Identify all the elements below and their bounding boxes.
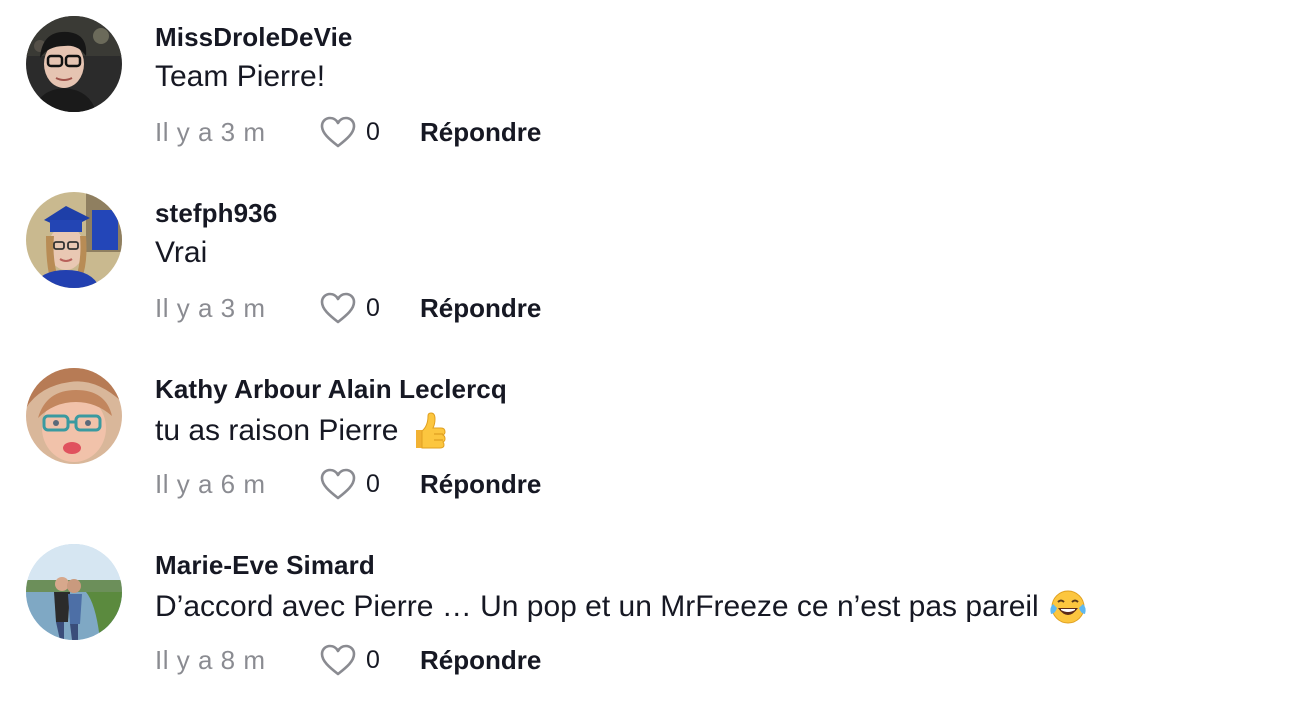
heart-outline-icon <box>320 292 356 324</box>
comment-timestamp: Il y a 3 m <box>155 116 266 147</box>
like-count: 0 <box>366 645 380 674</box>
comment-meta: Il y a 3 m 0 Répondre <box>155 288 541 328</box>
like-count: 0 <box>366 469 380 498</box>
avatar[interactable] <box>26 16 122 112</box>
reply-button[interactable]: Répondre <box>420 469 541 500</box>
reply-button[interactable]: Répondre <box>420 293 541 324</box>
comment-meta: Il y a 6 m 0 Répondre <box>155 464 541 504</box>
reply-button[interactable]: Répondre <box>420 117 541 148</box>
comment-meta: Il y a 3 m 0 Répondre <box>155 112 541 152</box>
comment-username[interactable]: stefph936 <box>155 198 277 229</box>
avatar[interactable] <box>26 368 122 464</box>
comment-text-body: tu as raison Pierre <box>155 414 399 447</box>
comment-timestamp: Il y a 8 m <box>155 644 266 675</box>
like-button[interactable]: 0 <box>319 115 420 149</box>
like-button[interactable]: 0 <box>319 643 420 677</box>
like-count: 0 <box>366 117 380 146</box>
avatar[interactable] <box>26 192 122 288</box>
comment-text: tu as raison Pierre <box>155 412 446 450</box>
comment-item: Marie-Eve Simard D’accord avec Pierre … … <box>0 528 1296 704</box>
comment-timestamp: Il y a 3 m <box>155 292 266 323</box>
like-button[interactable]: 0 <box>319 467 420 501</box>
comment-item: MissDroleDeVie Team Pierre! Il y a 3 m 0… <box>0 0 1296 176</box>
comment-timestamp: Il y a 6 m <box>155 468 266 499</box>
comment-username[interactable]: Marie-Eve Simard <box>155 550 375 581</box>
heart-outline-icon <box>320 468 356 500</box>
comment-username[interactable]: Kathy Arbour Alain Leclercq <box>155 374 507 405</box>
comment-text-body: D’accord avec Pierre … Un pop et un MrFr… <box>155 590 1039 623</box>
reply-button[interactable]: Répondre <box>420 645 541 676</box>
comment-text-body: Team Pierre! <box>155 60 326 93</box>
comment-item: stefph936 Vrai Il y a 3 m 0 Répondre <box>0 176 1296 352</box>
heart-outline-icon <box>320 116 356 148</box>
avatar[interactable] <box>26 544 122 640</box>
comment-text: Team Pierre! <box>155 60 325 94</box>
like-button[interactable]: 0 <box>319 291 420 325</box>
comment-text: D’accord avec Pierre … Un pop et un MrFr… <box>155 588 1087 626</box>
thumbs-up-emoji-icon <box>416 412 446 449</box>
comment-username[interactable]: MissDroleDeVie <box>155 22 352 53</box>
face-with-tears-of-joy-emoji-icon <box>1050 590 1086 624</box>
comment-item: Kathy Arbour Alain Leclercq tu as raison… <box>0 352 1296 528</box>
comment-text: Vrai <box>155 236 207 270</box>
comment-meta: Il y a 8 m 0 Répondre <box>155 640 541 680</box>
comment-text-body: Vrai <box>155 236 208 269</box>
like-count: 0 <box>366 293 380 322</box>
heart-outline-icon <box>320 644 356 676</box>
